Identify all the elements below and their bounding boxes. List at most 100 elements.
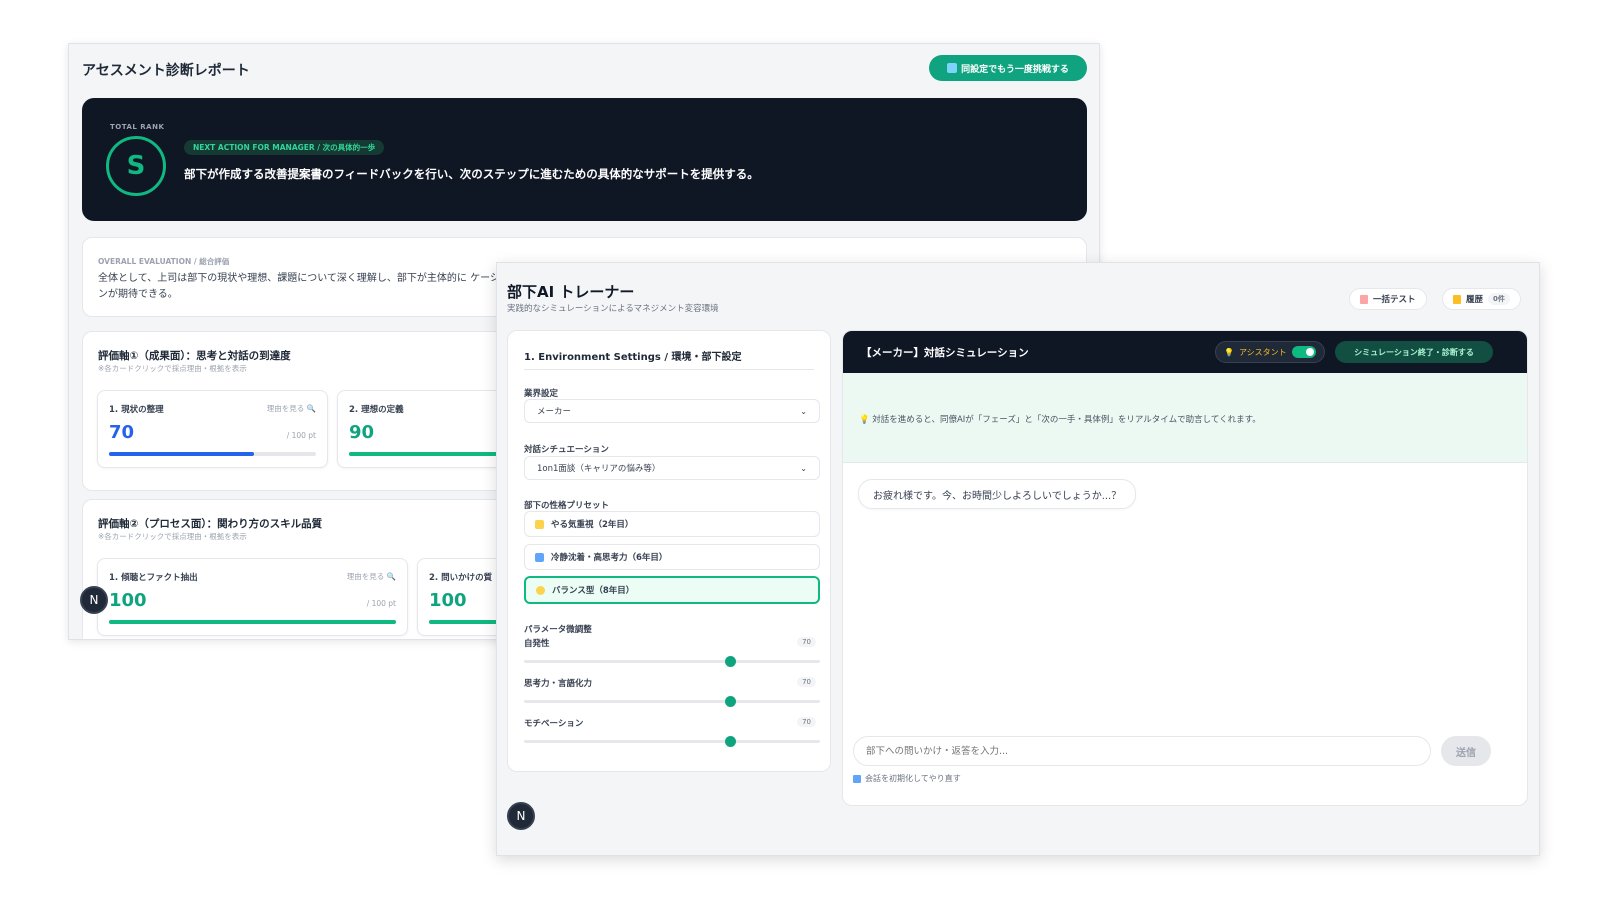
end-simulation-button[interactable]: シミュレーション終了・診断する xyxy=(1335,341,1493,363)
slider-thumb[interactable] xyxy=(725,736,737,747)
slider-thumb[interactable] xyxy=(725,656,737,667)
axis1-title: 評価軸①（成果面）：思考と対話の到達度 xyxy=(98,350,291,362)
lightbulb-icon: 💡 xyxy=(1224,347,1234,357)
chat-header: 【メーカー】対話シミュレーション 💡 アシスタント シミュレーション終了・診断す… xyxy=(843,331,1527,373)
bulk-test-label: 一括テスト xyxy=(1373,295,1416,305)
score-card-current-state[interactable]: 1. 現状の整理 理由を見る 🔍 70 / 100 pt xyxy=(97,390,328,468)
preset-label-text: やる気重視（2年目） xyxy=(551,520,634,530)
slider-track[interactable] xyxy=(524,700,820,703)
slider-value: 70 xyxy=(797,637,816,647)
hint-text: 💡 対話を進めると、同僚AIが「フェーズ」と「次の一手・具体例」をリアルタイムで… xyxy=(859,413,1261,425)
slider-value: 70 xyxy=(797,717,816,727)
situation-select[interactable]: 1on1面談（キャリアの悩み等） ⌄ xyxy=(524,456,820,480)
slider-motivation[interactable]: モチベーション 70 xyxy=(524,717,820,747)
preset-calm[interactable]: 冷静沈着・高思考力（6年目） xyxy=(524,544,820,570)
score-card-listening[interactable]: 1. 傾聴とファクト抽出 理由を見る 🔍 100 / 100 pt xyxy=(97,558,408,636)
history-button[interactable]: 履歴 0件 xyxy=(1442,288,1521,310)
n-badge[interactable]: N xyxy=(507,802,535,830)
score-value: 70 xyxy=(109,422,135,443)
score-card-name: 1. 傾聴とファクト抽出 xyxy=(109,573,198,583)
chat-panel: 【メーカー】対話シミュレーション 💡 アシスタント シミュレーション終了・診断す… xyxy=(842,330,1528,806)
book-icon xyxy=(535,552,544,562)
score-card-name: 1. 現状の整理 xyxy=(109,405,164,415)
preset-balanced[interactable]: バランス型（8年目） xyxy=(524,576,820,604)
hint-bar: 💡 対話を進めると、同僚AIが「フェーズ」と「次の一手・具体例」をリアルタイムで… xyxy=(843,373,1527,463)
score-unit: / 100 pt xyxy=(366,599,396,608)
preset-label: 部下の性格プリセット xyxy=(524,501,610,511)
industry-value: メーカー xyxy=(537,407,572,417)
reason-link[interactable]: 理由を見る 🔍 xyxy=(267,403,316,414)
score-unit: / 100 pt xyxy=(286,431,316,440)
score-fill xyxy=(109,620,396,624)
axis2-title: 評価軸②（プロセス面）：関わり方のスキル品質 xyxy=(98,518,323,530)
situation-value: 1on1面談（キャリアの悩み等） xyxy=(537,464,661,474)
score-value: 100 xyxy=(109,590,147,611)
assistant-toggle[interactable]: 💡 アシスタント xyxy=(1215,341,1325,363)
score-card-name: 2. 問いかけの質 xyxy=(429,573,493,583)
situation-label: 対話シチュエーション xyxy=(524,445,609,455)
slider-thumb[interactable] xyxy=(725,696,737,707)
clipboard-icon xyxy=(1360,294,1368,304)
preset-label-text: バランス型（8年目） xyxy=(552,586,635,596)
reset-conversation-link[interactable]: 会話を初期化してやり直す xyxy=(853,773,961,784)
slider-label: 自発性 xyxy=(524,639,550,649)
axis2-subtitle: ※各カードクリックで採点理由・根拠を表示 xyxy=(98,532,247,541)
preset-label-text: 冷静沈着・高思考力（6年目） xyxy=(551,553,668,563)
slider-initiative[interactable]: 自発性 70 xyxy=(524,637,820,667)
runner-icon xyxy=(535,519,544,529)
app-subtitle: 実践的なシミュレーションによるマネジメント変容環境 xyxy=(507,304,719,314)
reset-icon xyxy=(853,774,861,783)
balance-icon xyxy=(536,585,545,595)
bulk-test-button[interactable]: 一括テスト xyxy=(1349,288,1427,310)
total-rank-label: TOTAL RANK xyxy=(110,123,165,131)
slider-label: 思考力・言語化力 xyxy=(524,679,593,689)
chat-message-bubble: お疲れ様です。今、お時間少しよろしいでしょうか...？ xyxy=(858,479,1137,509)
industry-label: 業界設定 xyxy=(524,389,559,399)
chevron-down-icon: ⌄ xyxy=(800,463,807,473)
app-title: 部下AI トレーナー xyxy=(507,283,635,301)
lightbulb-icon: 💡 xyxy=(859,415,873,425)
send-button[interactable]: 送信 xyxy=(1441,736,1491,766)
n-badge[interactable]: N xyxy=(80,586,108,614)
industry-select[interactable]: メーカー ⌄ xyxy=(524,399,820,423)
settings-panel: 1. Environment Settings / 環境・部下設定 業界設定 メ… xyxy=(507,330,831,772)
assistant-label: アシスタント xyxy=(1238,347,1287,357)
score-track xyxy=(109,620,396,624)
reset-label: 会話を初期化してやり直す xyxy=(865,774,961,783)
toggle-switch[interactable] xyxy=(1291,346,1316,358)
overall-label: OVERALL EVALUATION / 総合評価 xyxy=(98,257,230,266)
chevron-down-icon: ⌄ xyxy=(800,406,807,416)
report-title: アセスメント診断レポート xyxy=(82,63,250,79)
toggle-knob xyxy=(1305,348,1314,356)
next-action-text: 部下が作成する改善提案書のフィードバックを行い、次のステップに進むための具体的な… xyxy=(184,167,759,181)
score-track xyxy=(109,452,316,456)
next-action-badge: NEXT ACTION FOR MANAGER / 次の具体的一歩 xyxy=(184,140,385,155)
reason-link[interactable]: 理由を見る 🔍 xyxy=(347,571,396,582)
slider-label: モチベーション xyxy=(524,719,584,729)
overall-text: 全体として、上司は部下の現状や理想、課題について深く理解し、部下が主体的に ケー… xyxy=(98,273,510,300)
axis1-subtitle: ※各カードクリックで採点理由・根拠を表示 xyxy=(98,364,247,373)
preset-motivated[interactable]: やる気重視（2年目） xyxy=(524,511,820,537)
score-fill xyxy=(109,452,254,456)
hint-message: 対話を進めると、同僚AIが「フェーズ」と「次の一手・具体例」をリアルタイムで助言… xyxy=(872,415,1261,425)
score-card-name: 2. 理想の定義 xyxy=(349,405,404,415)
scroll-icon xyxy=(1453,294,1461,304)
slider-value: 70 xyxy=(797,677,816,687)
trainer-window: 部下AI トレーナー 実践的なシミュレーションによるマネジメント変容環境 一括テ… xyxy=(496,262,1540,856)
slider-track[interactable] xyxy=(524,660,820,663)
slider-track[interactable] xyxy=(524,740,820,743)
slider-thinking[interactable]: 思考力・言語化力 70 xyxy=(524,677,820,707)
divider xyxy=(524,369,814,370)
chat-input[interactable] xyxy=(853,736,1431,766)
chat-title: 【メーカー】対話シミュレーション xyxy=(861,347,1029,359)
score-value: 90 xyxy=(349,422,375,443)
retry-button-label: 同設定でもう一度挑戦する xyxy=(961,64,1069,75)
retry-button[interactable]: 同設定でもう一度挑戦する xyxy=(929,55,1087,81)
refresh-icon xyxy=(947,63,958,73)
score-value: 100 xyxy=(429,590,467,611)
rank-card: TOTAL RANK S NEXT ACTION FOR MANAGER / 次… xyxy=(82,98,1087,221)
history-label: 履歴 xyxy=(1466,295,1484,305)
rank-circle: S xyxy=(106,136,166,196)
settings-title: 1. Environment Settings / 環境・部下設定 xyxy=(524,352,742,363)
history-count: 0件 xyxy=(1488,293,1510,305)
